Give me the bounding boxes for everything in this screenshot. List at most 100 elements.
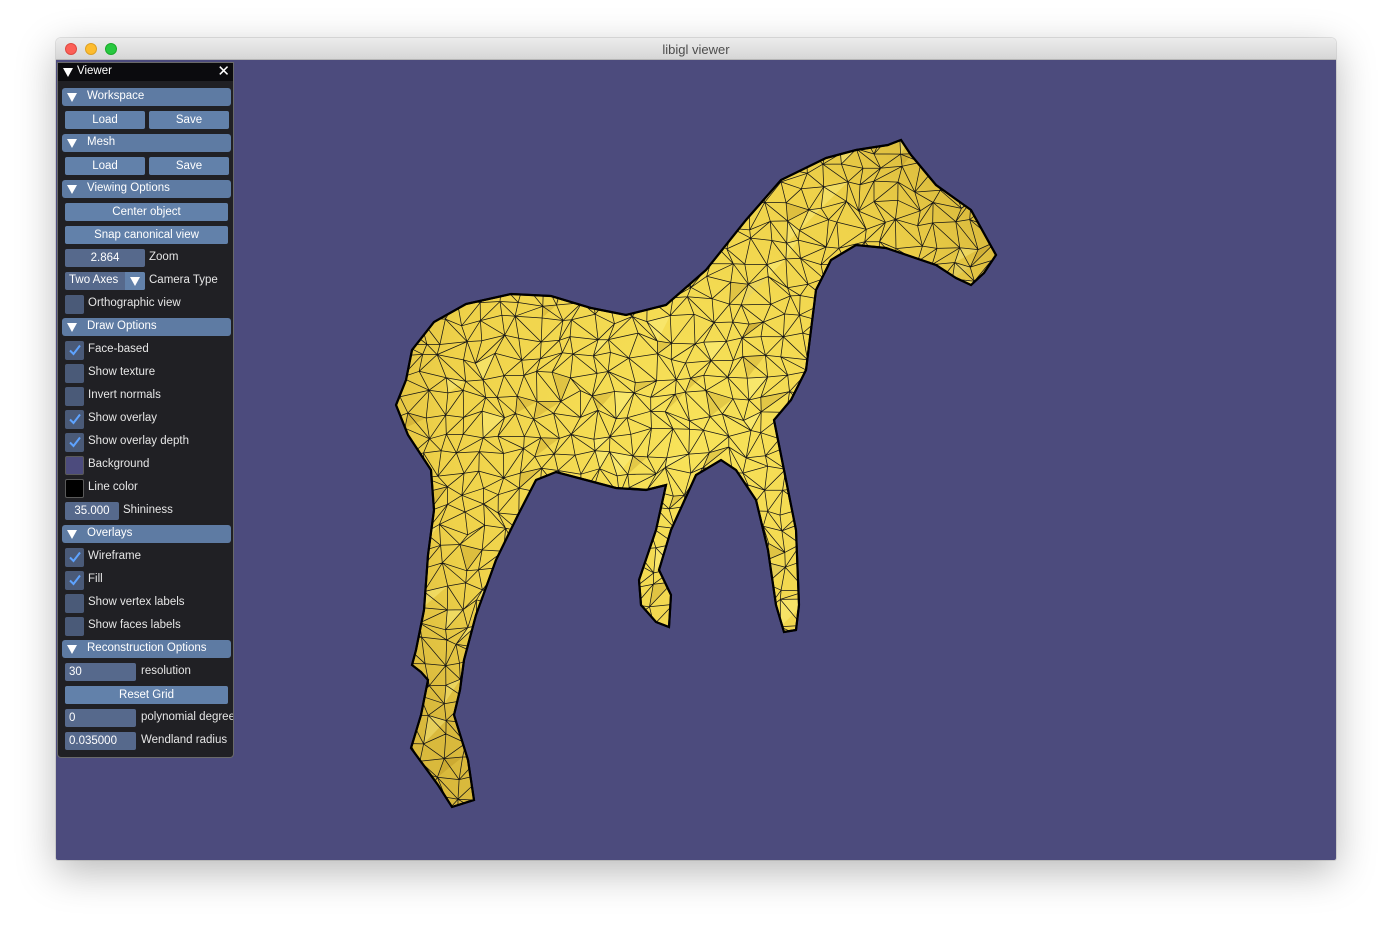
wendland-radius-label: Wendland radius — [141, 734, 228, 746]
fill-checkbox[interactable] — [65, 571, 84, 590]
mesh-facet — [817, 493, 846, 516]
mesh-facet — [933, 151, 957, 169]
mesh-facet — [426, 242, 445, 265]
title-bar[interactable]: libigl viewer — [56, 38, 1336, 60]
background-color-swatch[interactable] — [65, 456, 84, 475]
mesh-facet — [669, 140, 695, 154]
mesh-facet — [501, 220, 514, 241]
mesh-facet — [741, 140, 769, 144]
mesh-facet — [934, 278, 953, 300]
mesh-facet — [560, 583, 573, 601]
polynomial-degree-input[interactable]: 0 — [65, 709, 136, 727]
mesh-facet — [577, 208, 601, 227]
mesh-facet — [784, 145, 807, 169]
mesh-facet — [969, 489, 996, 505]
mesh-facet — [396, 140, 403, 151]
section-title: Viewing Options — [87, 182, 170, 194]
window-title: libigl viewer — [662, 42, 730, 57]
mesh-facet — [444, 207, 465, 226]
wireframe-checkbox[interactable] — [65, 548, 84, 567]
mesh-facet — [767, 145, 788, 164]
mesh-facet — [425, 282, 447, 301]
mesh-facet — [976, 296, 996, 319]
collapse-triangle-icon — [67, 93, 77, 102]
mesh-facet — [534, 733, 561, 761]
workspace-save-button[interactable]: Save — [149, 111, 229, 129]
line-color-swatch[interactable] — [65, 479, 84, 498]
mesh-facet — [952, 434, 978, 458]
show-overlay-checkbox[interactable] — [65, 410, 84, 429]
zoom-input[interactable]: 2.864 — [65, 249, 145, 267]
mesh-facet — [440, 140, 466, 148]
chevron-down-icon[interactable] — [125, 272, 145, 290]
invert-normals-checkbox[interactable] — [65, 387, 84, 406]
mesh-facet — [845, 564, 860, 592]
mesh-facet — [922, 490, 934, 515]
shininess-input[interactable]: 35.000 — [65, 502, 119, 520]
overlays-section-header[interactable]: Overlays — [62, 525, 231, 543]
mesh-facet — [494, 754, 522, 781]
show-vertex-labels-label: Show vertex labels — [88, 596, 185, 608]
viewer-panel-header[interactable]: Viewer ✕ — [58, 63, 233, 81]
invert-normals-label: Invert normals — [88, 389, 161, 401]
camera-type-select[interactable]: Two Axes — [65, 272, 145, 290]
horse-mesh[interactable] — [56, 60, 1336, 860]
mesh-facet — [534, 753, 560, 775]
show-texture-checkbox[interactable] — [65, 364, 84, 383]
background-label: Background — [88, 458, 150, 470]
mesh-facet — [898, 600, 924, 628]
mesh-facet — [864, 682, 882, 701]
mesh-facet — [532, 623, 561, 649]
mesh-facet — [875, 524, 895, 546]
show-overlay-depth-checkbox[interactable] — [65, 433, 84, 452]
3d-viewport[interactable] — [56, 60, 1336, 860]
mesh-facet — [499, 675, 515, 696]
face-based-checkbox[interactable] — [65, 341, 84, 360]
mesh-facet — [744, 754, 766, 778]
shininess-label: Shininess — [123, 504, 173, 516]
face-based-label: Face-based — [88, 343, 149, 355]
mesh-facet — [534, 733, 561, 761]
collapse-triangle-icon[interactable] — [63, 68, 73, 77]
reconstruction-options-section-header[interactable]: Reconstruction Options — [62, 640, 231, 658]
section-title: Draw Options — [87, 320, 157, 332]
mesh-facet — [669, 165, 687, 186]
show-faces-labels-checkbox[interactable] — [65, 617, 84, 636]
resolution-input[interactable]: 30 — [65, 663, 136, 681]
snap-canonical-view-button[interactable]: Snap canonical view — [65, 226, 228, 244]
mesh-facet — [515, 627, 533, 644]
mesh-facet — [801, 618, 826, 638]
mesh-facet — [649, 665, 674, 680]
reset-grid-button[interactable]: Reset Grid — [65, 686, 228, 704]
show-vertex-labels-checkbox[interactable] — [65, 594, 84, 613]
mesh-facet — [464, 188, 484, 211]
workspace-load-button[interactable]: Load — [65, 111, 145, 129]
mesh-facet — [615, 587, 635, 606]
mesh-facet — [419, 298, 441, 319]
mesh-facet — [476, 621, 505, 649]
workspace-section-header[interactable]: Workspace — [62, 88, 231, 106]
mesh-save-button[interactable]: Save — [149, 157, 229, 175]
mesh-facet — [973, 372, 996, 402]
center-object-button[interactable]: Center object — [65, 203, 228, 221]
section-title: Mesh — [87, 136, 116, 148]
collapse-triangle-icon — [67, 323, 77, 332]
mesh-facet — [934, 340, 953, 359]
mesh-facet — [858, 409, 884, 435]
wendland-radius-input[interactable]: 0.035000 — [65, 732, 136, 750]
mesh-facet — [686, 759, 710, 778]
mesh-facet — [916, 333, 935, 362]
mesh-section-header[interactable]: Mesh — [62, 134, 231, 152]
mesh-load-button[interactable]: Load — [65, 157, 145, 175]
draw-options-section-header[interactable]: Draw Options — [62, 318, 231, 336]
viewing-options-section-header[interactable]: Viewing Options — [62, 180, 231, 198]
fill-label: Fill — [88, 573, 103, 585]
orthographic-view-checkbox[interactable] — [65, 295, 84, 314]
mesh-facet — [762, 656, 784, 677]
polynomial-degree-label: polynomial degree — [141, 711, 233, 723]
mesh-facet — [917, 753, 934, 773]
mesh-facet — [934, 340, 953, 359]
orthographic-view-label: Orthographic view — [88, 297, 181, 309]
mesh-facet — [822, 140, 847, 146]
close-icon[interactable]: ✕ — [217, 63, 230, 80]
